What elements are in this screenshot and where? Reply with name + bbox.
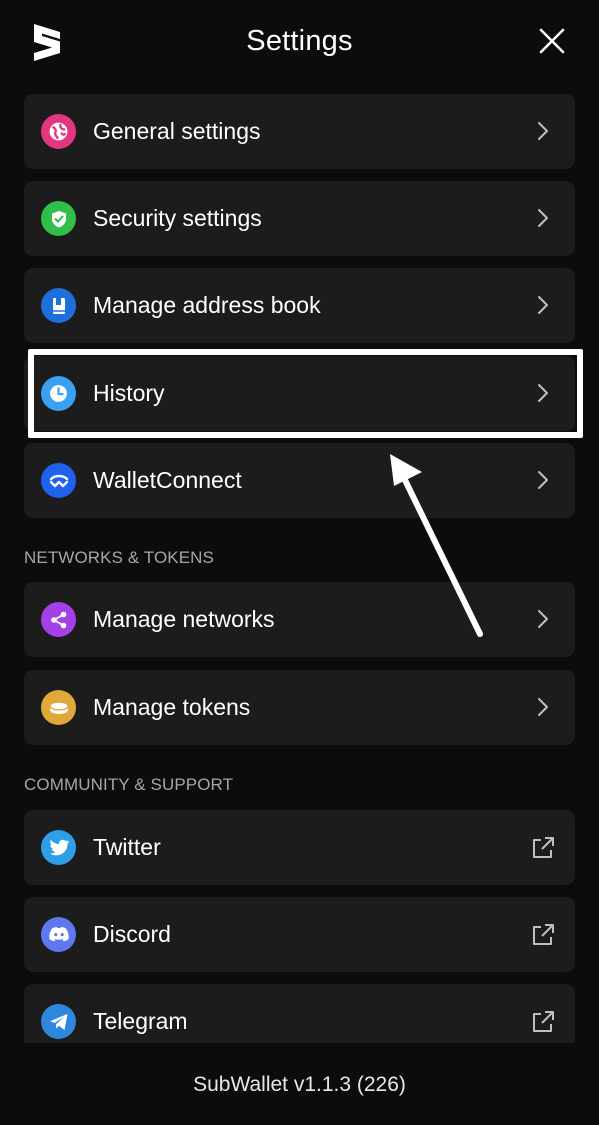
- walletconnect-icon: [41, 463, 76, 498]
- external-link-icon: [533, 837, 554, 858]
- chevron-right-icon: [538, 209, 548, 227]
- close-icon[interactable]: [537, 26, 567, 56]
- shield-check-icon: [41, 201, 76, 236]
- chevron-right-icon: [538, 471, 548, 489]
- twitter-icon: [41, 830, 76, 865]
- menu-item-label: History: [93, 380, 165, 406]
- menu-item-discord[interactable]: Discord: [24, 897, 575, 972]
- menu-item-label: Manage address book: [93, 292, 321, 318]
- menu-item-label: Discord: [93, 921, 171, 947]
- menu-item-manage-address-book[interactable]: Manage address book: [24, 268, 575, 343]
- menu-item-walletconnect[interactable]: WalletConnect: [24, 443, 575, 518]
- menu-item-label: WalletConnect: [93, 467, 242, 493]
- discord-icon: [41, 917, 76, 952]
- chevron-right-icon: [538, 698, 548, 716]
- header: Settings: [0, 0, 599, 88]
- menu-item-manage-networks[interactable]: Manage networks: [24, 582, 575, 657]
- menu-item-twitter[interactable]: Twitter: [24, 810, 575, 885]
- menu-item-label: General settings: [93, 118, 261, 144]
- external-link-icon: [533, 924, 554, 945]
- menu-item-general-settings[interactable]: General settings: [24, 94, 575, 169]
- menu-item-history[interactable]: History: [24, 356, 575, 431]
- page-title: Settings: [246, 25, 353, 57]
- share-nodes-icon: [41, 602, 76, 637]
- menu-item-label: Security settings: [93, 205, 262, 231]
- globe-icon: [41, 114, 76, 149]
- coin-icon: [41, 690, 76, 725]
- menu-item-label: Twitter: [93, 834, 161, 860]
- menu-item-manage-tokens[interactable]: Manage tokens: [24, 670, 575, 745]
- menu-item-label: Manage tokens: [93, 694, 251, 720]
- chevron-right-icon: [538, 610, 548, 628]
- menu-item-label: Manage networks: [93, 606, 275, 632]
- telegram-icon: [41, 1004, 76, 1039]
- chevron-right-icon: [538, 296, 548, 314]
- app-version: SubWallet v1.1.3 (226): [193, 1073, 406, 1096]
- book-icon: [41, 288, 76, 323]
- chevron-right-icon: [538, 384, 548, 402]
- chevron-right-icon: [538, 122, 548, 140]
- menu-item-security-settings[interactable]: Security settings: [24, 181, 575, 256]
- external-link-icon: [533, 1011, 554, 1032]
- section-heading-networks-tokens: NETWORKS & TOKENS: [24, 548, 214, 567]
- clock-icon: [41, 376, 76, 411]
- section-heading-community-support: COMMUNITY & SUPPORT: [24, 775, 234, 794]
